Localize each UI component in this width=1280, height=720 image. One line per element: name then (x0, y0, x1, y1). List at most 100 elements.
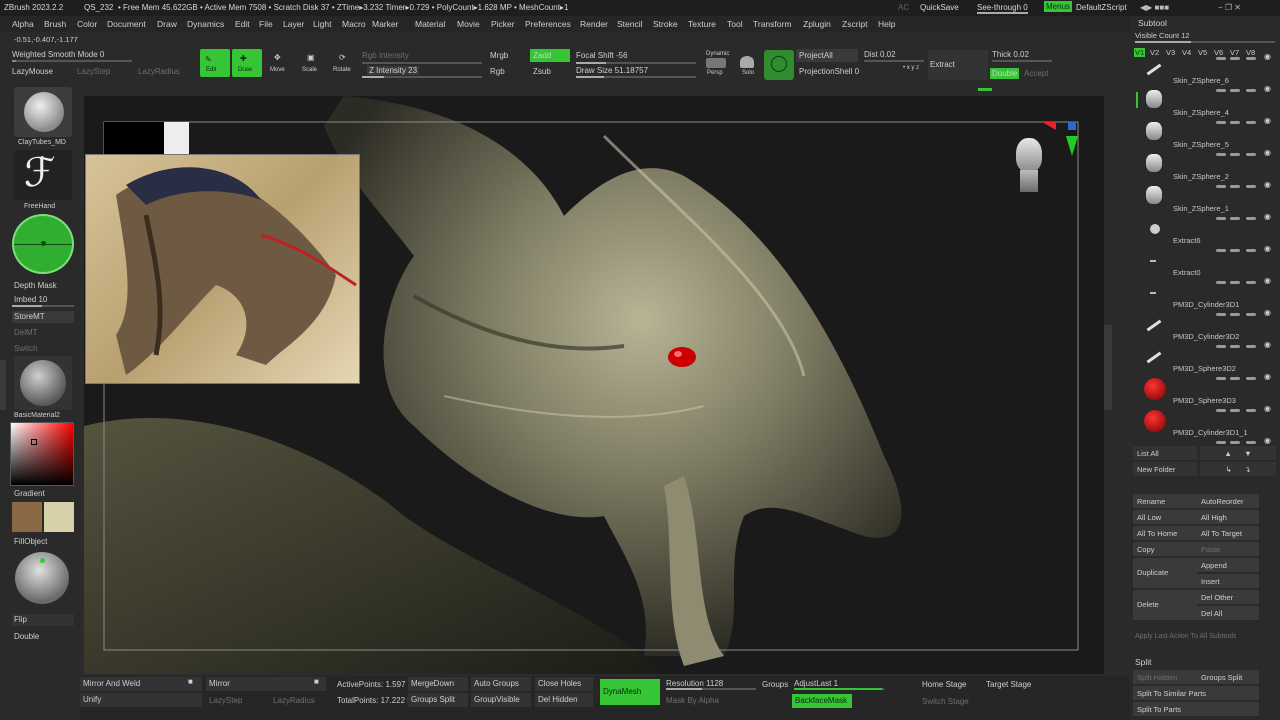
navigation-head-icon[interactable] (1010, 134, 1050, 196)
canvas-viewport[interactable] (84, 96, 1104, 674)
groups-toggle[interactable]: Groups (762, 680, 788, 689)
subtool-item[interactable]: Extract0 ◉ (1130, 268, 1280, 300)
subtool-visibility-controls[interactable]: ◉ (1216, 116, 1276, 129)
menu-stencil[interactable]: Stencil (617, 19, 643, 29)
target-stage-button[interactable]: Target Stage (986, 680, 1031, 689)
menu-file[interactable]: File (259, 19, 273, 29)
eye-icon[interactable]: ◉ (1264, 84, 1271, 93)
menu-stroke[interactable]: Stroke (653, 19, 678, 29)
menu-preferences[interactable]: Preferences (525, 19, 571, 29)
texture-thumbnail[interactable] (14, 550, 72, 606)
menu-help[interactable]: Help (878, 19, 895, 29)
delmt-button[interactable]: DelMT (14, 328, 38, 337)
rgb-button[interactable]: Rgb (490, 67, 505, 76)
menu-macro[interactable]: Macro (342, 19, 366, 29)
alpha-thumbnail[interactable] (12, 214, 74, 274)
left-tray-handle[interactable] (0, 360, 6, 410)
draw-button[interactable]: ✚ Draw (232, 49, 262, 77)
rename-button[interactable]: Rename (1133, 494, 1197, 508)
subtool-item[interactable]: Skin_ZSphere_1 ◉ (1130, 204, 1280, 236)
folder-arrows-icon[interactable]: ↳ ↴ (1200, 462, 1276, 476)
list-all-button[interactable]: List All (1133, 446, 1197, 460)
close-holes-button[interactable]: Close Holes (535, 677, 593, 691)
extract-button[interactable]: Extract (928, 50, 988, 80)
all-high-button[interactable]: All High (1197, 510, 1259, 524)
quicksave-button[interactable]: QuickSave (920, 3, 959, 12)
reference-image[interactable] (85, 154, 360, 384)
subtool-item[interactable]: Skin_ZSphere_2 ◉ (1130, 172, 1280, 204)
menu-light[interactable]: Light (313, 19, 331, 29)
menu-zplugin[interactable]: Zplugin (803, 19, 831, 29)
del-other-button[interactable]: Del Other (1197, 590, 1259, 604)
dist-slider[interactable]: Dist 0.02 (864, 50, 896, 59)
main-color-swatch[interactable] (12, 502, 42, 532)
eye-icon[interactable]: ◉ (1264, 340, 1271, 349)
lazystep-slider-bottom[interactable]: LazyStep (209, 696, 242, 705)
new-folder-button[interactable]: New Folder (1133, 462, 1197, 476)
projectionshell-slider[interactable]: ProjectionShell 0 (799, 67, 859, 76)
eye-icon[interactable]: ◉ (1264, 52, 1271, 61)
all-to-home-button[interactable]: All To Home (1133, 526, 1197, 540)
mirror-and-weld-button[interactable]: Mirror And Weld (80, 677, 202, 691)
paste-button[interactable]: Paste (1197, 542, 1259, 556)
subtool-visibility-controls[interactable]: ◉ (1216, 244, 1276, 257)
subtool-item[interactable]: Skin_ZSphere_6 ◉ (1130, 76, 1280, 108)
eye-icon[interactable]: ◉ (1264, 436, 1271, 445)
fillobject-button[interactable]: FillObject (14, 537, 47, 546)
del-all-button[interactable]: Del All (1197, 606, 1259, 620)
lazystep-slider[interactable]: LazyStep (77, 67, 110, 76)
accept-button[interactable]: Accept (1024, 69, 1048, 78)
subtool-visibility-controls[interactable]: ◉ (1216, 372, 1276, 385)
groups-split-button[interactable]: Groups Split (1197, 670, 1259, 684)
menu-zscript[interactable]: Zscript (842, 19, 868, 29)
menu-document[interactable]: Document (107, 19, 146, 29)
focal-shift-slider[interactable]: Focal Shift -56 (576, 51, 628, 60)
subtool-item[interactable]: PM3D_Sphere3D3 ◉ (1130, 396, 1280, 432)
gradient-toggle[interactable]: Gradient (14, 489, 45, 498)
menu-marker[interactable]: Marker (372, 19, 398, 29)
menu-draw[interactable]: Draw (157, 19, 177, 29)
groups-split-bottom-button[interactable]: Groups Split (408, 693, 468, 707)
stroke-thumbnail[interactable]: ℱ (14, 150, 72, 200)
subtool-visibility-controls[interactable]: ◉ (1216, 52, 1276, 65)
duplicate-button[interactable]: Duplicate (1133, 558, 1197, 588)
unify-button[interactable]: Unify (80, 693, 202, 707)
dynamesh-button[interactable]: DynaMesh (600, 679, 660, 705)
backface-mask-toggle[interactable]: BackfaceMask (792, 694, 852, 708)
defaultzscript-button[interactable]: DefaultZScript (1076, 3, 1127, 12)
subtool-title[interactable]: Subtool (1138, 18, 1167, 28)
window-controls-icon[interactable]: − ❐ ✕ (1218, 3, 1241, 12)
switch-button[interactable]: Switch (14, 344, 38, 353)
visible-count-slider[interactable]: Visible Count 12 (1135, 31, 1189, 40)
eye-icon[interactable]: ◉ (1264, 276, 1271, 285)
lazyradius-slider[interactable]: LazyRadius (138, 67, 180, 76)
draw-size-slider[interactable]: Draw Size 51.18757 (576, 66, 648, 75)
menu-brush[interactable]: Brush (44, 19, 66, 29)
menus-toggle[interactable]: Menus (1044, 1, 1073, 12)
eye-icon[interactable]: ◉ (1264, 116, 1271, 125)
persp-button[interactable]: Persp (707, 70, 723, 76)
eye-icon[interactable]: ◉ (1264, 404, 1271, 413)
rotate-button[interactable]: ⟳ Rotate (330, 49, 358, 77)
secondary-color-swatch[interactable] (44, 502, 74, 532)
subtool-visibility-controls[interactable]: ◉ (1216, 404, 1276, 417)
zadd-button[interactable]: Zadd (530, 49, 570, 62)
menu-render[interactable]: Render (580, 19, 608, 29)
move-button[interactable]: ✥ Move (266, 49, 294, 77)
split-similar-parts-button[interactable]: Split To Similar Parts (1133, 686, 1259, 700)
material-thumbnail[interactable] (14, 356, 72, 410)
subtool-visibility-controls[interactable]: ◉ (1216, 180, 1276, 193)
split-section-title[interactable]: Split (1135, 657, 1152, 667)
scale-button[interactable]: ▣ Scale (298, 49, 326, 77)
menu-alpha[interactable]: Alpha (12, 19, 34, 29)
transp-toggle[interactable]: ◯ (764, 50, 794, 80)
double-toggle[interactable]: Double (990, 68, 1020, 79)
mask-by-alpha-button[interactable]: Mask By Alpha (666, 696, 719, 705)
subtool-item[interactable]: ◉ (1130, 44, 1280, 76)
mrgb-button[interactable]: Mrgb (490, 51, 508, 60)
menu-dynamics[interactable]: Dynamics (187, 19, 224, 29)
mirror-button[interactable]: Mirror (206, 677, 326, 691)
menu-material[interactable]: Material (415, 19, 445, 29)
move-up-icon[interactable]: ▲ ▼ (1200, 446, 1276, 460)
switch-stage-button[interactable]: Switch Stage (922, 697, 969, 706)
